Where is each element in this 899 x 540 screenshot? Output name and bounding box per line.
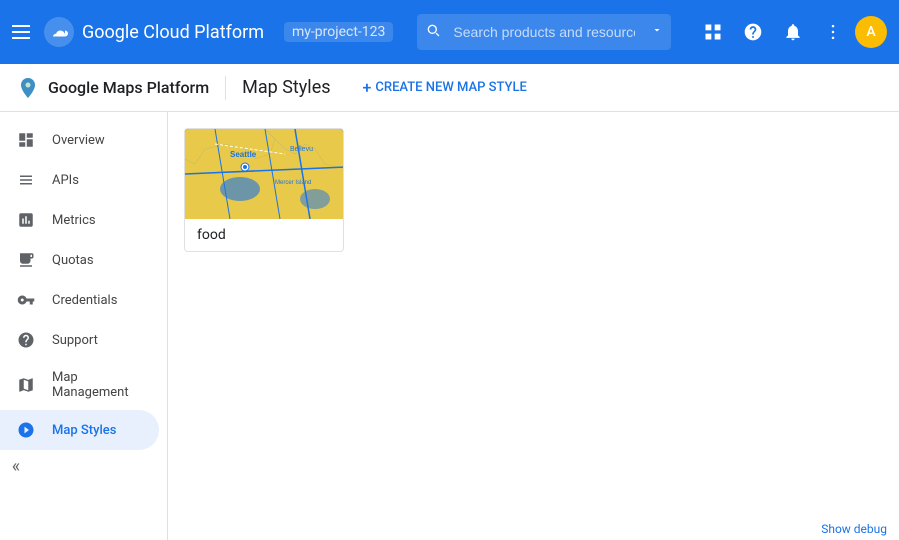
help-button[interactable] [735, 14, 771, 50]
sidebar-item-support[interactable]: Support [0, 320, 159, 360]
top-header: Google Cloud Platform my-project-123 A [0, 0, 899, 64]
apis-icon [16, 170, 36, 190]
sidebar-item-support-label: Support [52, 333, 98, 348]
map-management-icon [16, 375, 36, 395]
sidebar-item-map-management-label: Map Management [52, 370, 143, 400]
create-btn-label: CREATE NEW MAP STYLE [375, 80, 526, 95]
maps-platform-logo: Google Maps Platform [16, 76, 209, 100]
credentials-icon [16, 290, 36, 310]
header-actions: A [695, 14, 887, 50]
menu-button[interactable] [12, 20, 36, 44]
map-style-card-food[interactable]: Seattle Bellevu Mercer Island food [184, 128, 344, 252]
header-logo-area: Google Cloud Platform [44, 17, 264, 47]
main-layout: Overview APIs Metrics Quotas Credentials [0, 112, 899, 540]
map-styles-icon [16, 420, 36, 440]
metrics-icon [16, 210, 36, 230]
svg-text:Seattle: Seattle [230, 150, 257, 159]
apps-button[interactable] [695, 14, 731, 50]
header-divider [225, 76, 226, 100]
sidebar-item-apis-label: APIs [52, 173, 79, 188]
app-name: Google Cloud Platform [82, 22, 264, 43]
project-selector[interactable]: my-project-123 [284, 22, 393, 42]
cloud-logo-icon [44, 17, 74, 47]
sidebar-item-metrics[interactable]: Metrics [0, 200, 159, 240]
create-new-map-style-button[interactable]: + CREATE NEW MAP STYLE [355, 74, 535, 101]
debug-bar[interactable]: Show debug [809, 518, 899, 540]
notifications-button[interactable] [775, 14, 811, 50]
support-icon [16, 330, 36, 350]
svg-text:Bellevu: Bellevu [290, 146, 313, 153]
sidebar-item-apis[interactable]: APIs [0, 160, 159, 200]
sidebar-item-map-management[interactable]: Map Management [0, 360, 159, 410]
search-dropdown-icon[interactable] [651, 24, 663, 40]
more-button[interactable] [815, 14, 851, 50]
plus-icon: + [363, 78, 372, 97]
search-icon [425, 22, 441, 42]
avatar[interactable]: A [855, 16, 887, 48]
sidebar-item-metrics-label: Metrics [52, 213, 96, 228]
search-input[interactable] [417, 14, 671, 50]
maps-logo-icon [16, 76, 40, 100]
sidebar-item-quotas[interactable]: Quotas [0, 240, 159, 280]
sub-header-title: Google Maps Platform [48, 78, 209, 97]
sidebar-item-map-styles-label: Map Styles [52, 423, 116, 438]
sidebar-item-map-styles[interactable]: Map Styles [0, 410, 159, 450]
sidebar-item-overview-label: Overview [52, 133, 105, 148]
svg-text:Mercer Island: Mercer Island [275, 180, 311, 186]
sidebar-collapse-button[interactable]: « [0, 450, 32, 482]
map-style-label: food [185, 219, 343, 251]
quotas-icon [16, 250, 36, 270]
sub-header: Google Maps Platform Map Styles + CREATE… [0, 64, 899, 112]
page-title: Map Styles [242, 77, 330, 98]
overview-icon [16, 130, 36, 150]
map-thumbnail: Seattle Bellevu Mercer Island [185, 129, 344, 219]
sidebar-item-credentials-label: Credentials [52, 293, 117, 308]
sidebar-item-quotas-label: Quotas [52, 253, 94, 268]
content-area: Seattle Bellevu Mercer Island food [168, 112, 899, 540]
sidebar: Overview APIs Metrics Quotas Credentials [0, 112, 168, 540]
sidebar-item-overview[interactable]: Overview [0, 120, 159, 160]
sidebar-item-credentials[interactable]: Credentials [0, 280, 159, 320]
search-bar [417, 14, 671, 50]
